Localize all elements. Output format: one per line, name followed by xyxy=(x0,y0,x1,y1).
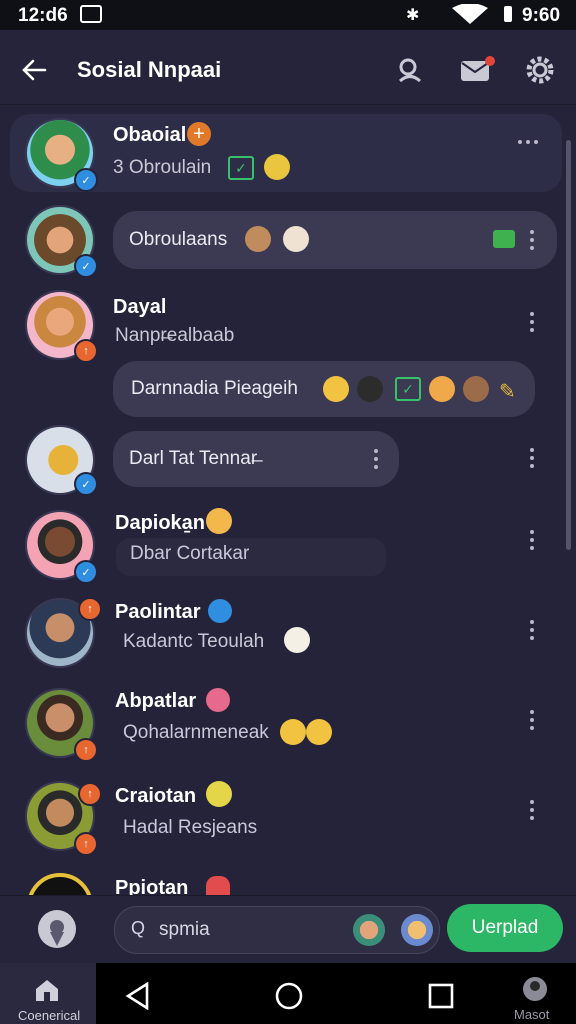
add-icon: + xyxy=(187,122,211,146)
contact-name: Abpatlar xyxy=(115,690,197,712)
emoji-icon xyxy=(284,627,310,653)
status-bar: 12:d6 ✱ 9:60 xyxy=(0,0,576,30)
emoji-icon xyxy=(280,719,306,745)
status-clock-right: 9:60 xyxy=(522,5,561,26)
avatar[interactable] xyxy=(27,873,93,895)
status-badge: ↑ xyxy=(74,738,98,762)
search-icon xyxy=(398,58,422,83)
bubble-text: Obroulaans xyxy=(129,229,228,250)
more-icon[interactable] xyxy=(373,449,379,469)
app-header: Sosial Nnpaai xyxy=(0,30,576,105)
search-button[interactable] xyxy=(390,50,430,90)
status-time: 12:d6 xyxy=(18,5,68,26)
message-bubble[interactable]: Darnnadia Pieageih ✓ ✎ xyxy=(113,361,535,417)
location-button[interactable] xyxy=(38,910,76,948)
nav-home-tab[interactable]: Coenerical xyxy=(0,963,96,1024)
battery-icon xyxy=(504,6,512,22)
pencil-icon: ✎ xyxy=(499,381,516,403)
emoji-icon xyxy=(357,376,383,402)
message-bubble[interactable]: Darl Tat Tennar̶ xyxy=(113,431,399,487)
back-arrow-icon xyxy=(22,59,47,81)
nav-home-label: Coenerical xyxy=(18,1008,81,1023)
more-icon[interactable] xyxy=(529,312,535,332)
verified-badge: ✓ xyxy=(74,168,98,192)
contact-subtitle: Hadal Resjeans xyxy=(123,817,258,838)
verified-badge: ✓ xyxy=(74,560,98,584)
bubble-text: Darnnadia Pieageih xyxy=(131,378,298,399)
unread-dot xyxy=(485,56,495,66)
more-icon[interactable] xyxy=(529,710,535,730)
nav-profile-tab[interactable]: Masot xyxy=(506,973,566,1023)
bubble-text: Darl Tat Tennar̶ xyxy=(129,448,258,469)
verified-icon xyxy=(208,599,232,623)
gear-icon xyxy=(526,56,554,84)
more-icon[interactable] xyxy=(529,230,535,250)
status-badge: ↑ xyxy=(78,597,102,621)
check-icon xyxy=(493,230,515,248)
back-triangle-icon[interactable] xyxy=(125,982,151,1010)
check-icon: ✓ xyxy=(228,156,254,180)
emoji-icon xyxy=(463,376,489,402)
status-badge: ↑ xyxy=(74,339,98,363)
verified-badge: ✓ xyxy=(74,254,98,278)
message-bubble[interactable]: Obroulaans xyxy=(113,211,557,269)
scrollbar[interactable] xyxy=(566,140,571,550)
status-badge: ↑ xyxy=(74,832,98,856)
tag-icon xyxy=(206,688,230,712)
contact-name: Dapioka̱n xyxy=(115,512,206,534)
emoji-icon xyxy=(323,376,349,402)
emoji-icon xyxy=(206,781,232,807)
emoji-icon xyxy=(429,376,455,402)
profile-icon xyxy=(523,977,547,1001)
search-placeholder: spmia xyxy=(159,919,210,940)
status-badge: ↑ xyxy=(78,782,102,806)
wifi-icon xyxy=(450,3,490,29)
more-icon[interactable] xyxy=(529,448,535,468)
notification-icon xyxy=(80,5,102,23)
more-icon[interactable] xyxy=(529,530,535,550)
contact-name: Dayal xyxy=(113,296,167,318)
contact-subtitle: Nanpr̶ealbaab xyxy=(115,325,235,346)
settings-button[interactable] xyxy=(520,50,560,90)
nav-profile-label: Masot xyxy=(514,1007,550,1022)
avatar[interactable] xyxy=(353,914,385,946)
back-button[interactable] xyxy=(14,50,54,90)
tag-icon xyxy=(206,876,230,896)
avatar[interactable] xyxy=(401,914,433,946)
home-icon xyxy=(36,980,58,1001)
location-pin-icon xyxy=(50,920,64,946)
search-icon: Q xyxy=(131,918,146,938)
emoji-icon xyxy=(283,226,309,252)
more-icon[interactable] xyxy=(518,140,538,144)
contact-subtitle: 3 Obroulain xyxy=(113,157,212,178)
emoji-icon xyxy=(245,226,271,252)
verified-badge: ✓ xyxy=(74,472,98,496)
upload-button[interactable]: Uerplad xyxy=(447,904,563,952)
contact-subtitle: Dbar Cortakar xyxy=(130,543,250,564)
check-icon: ✓ xyxy=(395,377,421,401)
home-circle-icon[interactable] xyxy=(274,981,304,1011)
recents-square-icon[interactable] xyxy=(428,983,454,1009)
message-preview: Dbar Cortakar xyxy=(116,538,386,576)
bluetooth-icon: ✱ xyxy=(406,7,420,24)
more-icon[interactable] xyxy=(529,800,535,820)
contact-name: Obaoial xyxy=(113,124,187,146)
page-title: Sosial Nnpaai xyxy=(77,57,222,82)
contact-subtitle: Kadantc Teoulah xyxy=(123,631,265,652)
contact-name: Craiotan xyxy=(115,785,197,807)
messages-button[interactable] xyxy=(455,50,495,90)
emoji-icon xyxy=(306,719,332,745)
search-input[interactable]: Q spmia xyxy=(114,906,440,954)
contact-name: Paolintar xyxy=(115,601,201,623)
contact-subtitle: Qohalarnmeneak xyxy=(123,722,269,743)
more-icon[interactable] xyxy=(529,620,535,640)
emoji-icon xyxy=(264,154,290,180)
emoji-icon xyxy=(206,508,232,534)
